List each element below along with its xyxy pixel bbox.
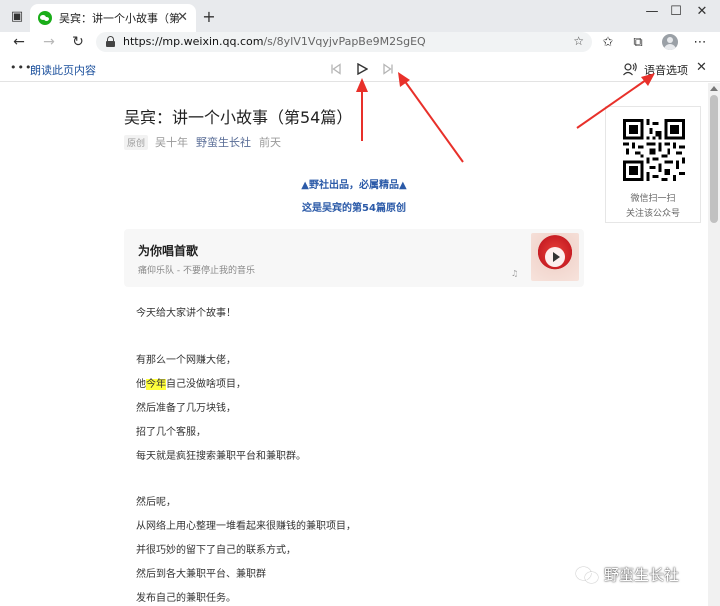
original-badge: 原创 — [124, 134, 149, 150]
music-card[interactable]: 为你唱首歌 痛仰乐队 - 不要停止我的音乐 ♫ — [124, 229, 584, 287]
highlighted-word: 今年 — [146, 379, 166, 390]
play-icon[interactable] — [353, 60, 371, 78]
qr-code-image — [623, 119, 685, 181]
qr-caption-1: 微信扫一扫 — [630, 194, 676, 204]
banner-line-1: ▲野社出品，必属精品▲ — [301, 180, 407, 191]
article-title: 吴宾：讲一个小故事（第54篇） — [124, 108, 353, 127]
profile-avatar-icon[interactable] — [662, 34, 678, 50]
back-icon[interactable]: ← — [9, 32, 29, 52]
wechat-watermark-icon — [576, 566, 598, 583]
music-subtitle: 痛仰乐队 - 不要停止我的音乐 — [138, 266, 255, 276]
scroll-thumb[interactable] — [710, 95, 718, 223]
paragraph: 招了几个客服， — [136, 427, 206, 438]
close-read-aloud-icon[interactable]: ✕ — [696, 60, 707, 75]
paragraph: 发布自己的兼职任务。 — [136, 593, 236, 604]
browser-tab[interactable]: 吴宾：讲一个小故事（第54篇） ✕ — [30, 4, 196, 32]
watermark: 野蛮生长社 — [576, 564, 679, 585]
vertical-scrollbar[interactable] — [708, 83, 720, 606]
forward-icon[interactable]: → — [39, 32, 59, 52]
new-tab-icon[interactable]: + — [200, 7, 218, 26]
url-text[interactable]: https://mp.weixin.qq.com/s/8yIV1VqyjvPap… — [123, 35, 426, 48]
favorites-icon[interactable]: ✩ — [598, 32, 618, 52]
navigation-bar: ← → ↻ https://mp.weixin.qq.com/s/8yIV1Vq… — [0, 32, 720, 54]
paragraph: 然后呢， — [136, 497, 176, 508]
paragraph: 每天就是疯狂搜索兼职平台和兼职群。 — [136, 451, 306, 462]
voice-options-icon[interactable] — [622, 61, 638, 77]
watermark-text: 野蛮生长社 — [604, 566, 680, 584]
close-window-icon[interactable]: ✕ — [692, 4, 712, 19]
publish-date: 前天 — [259, 136, 282, 149]
scroll-up-icon[interactable] — [710, 86, 718, 91]
more-menu-icon[interactable]: ⋯ — [690, 32, 710, 52]
read-aloud-toolbar: ••• 朗读此页内容 语音选项 ✕ — [0, 56, 720, 82]
banner-line-2: 这是吴宾的第54篇原创 — [302, 203, 406, 214]
article-meta: 原创 吴十年 野蛮生长社 前天 — [124, 134, 281, 150]
collections-icon[interactable]: ⧉ — [628, 32, 648, 52]
paragraph: 并很巧妙的留下了自己的联系方式， — [136, 545, 296, 556]
article-page: 吴宾：讲一个小故事（第54篇） 原创 吴十年 野蛮生长社 前天 ▲野社出品，必属… — [0, 83, 708, 606]
add-favorite-icon[interactable]: ☆ — [573, 34, 584, 48]
next-paragraph-icon[interactable] — [379, 60, 397, 78]
paragraph: 他今年自己没做啥项目， — [136, 379, 246, 390]
qr-panel: 微信扫一扫 关注该公众号 — [605, 106, 701, 223]
address-bar[interactable]: https://mp.weixin.qq.com/s/8yIV1VqyjvPap… — [96, 32, 592, 52]
wechat-favicon-icon — [38, 11, 52, 25]
minimize-icon[interactable]: — — [642, 4, 662, 19]
account-link[interactable]: 野蛮生长社 — [196, 134, 251, 150]
music-title: 为你唱首歌 — [138, 244, 199, 258]
music-play-icon[interactable] — [545, 247, 565, 267]
paragraph: 有那么一个网赚大佬， — [136, 355, 236, 366]
tab-bar: ▣ 吴宾：讲一个小故事（第54篇） ✕ + — ☐ ✕ — [0, 0, 720, 32]
close-tab-icon[interactable]: ✕ — [177, 10, 188, 25]
read-aloud-label: 朗读此页内容 — [30, 64, 96, 77]
album-cover — [531, 233, 579, 281]
qr-caption-2: 关注该公众号 — [625, 209, 680, 219]
tab-actions-icon[interactable]: ▣ — [8, 7, 26, 25]
paragraph: 然后准备了几万块钱， — [136, 403, 236, 414]
paragraph: 今天给大家讲个故事！ — [136, 308, 236, 319]
refresh-icon[interactable]: ↻ — [68, 32, 88, 52]
tab-title: 吴宾：讲一个小故事（第54篇） — [59, 12, 179, 25]
music-note-icon: ♫ — [511, 269, 519, 278]
paragraph: 然后到各大兼职平台、兼职群 — [136, 569, 266, 580]
previous-paragraph-icon[interactable] — [327, 60, 345, 78]
lock-icon — [106, 36, 115, 47]
maximize-icon[interactable]: ☐ — [666, 4, 686, 19]
paragraph: 从网络上用心整理一堆看起来很赚钱的兼职项目， — [136, 521, 356, 532]
author-name: 吴十年 — [155, 136, 189, 149]
voice-options-button[interactable]: 语音选项 — [644, 62, 688, 78]
